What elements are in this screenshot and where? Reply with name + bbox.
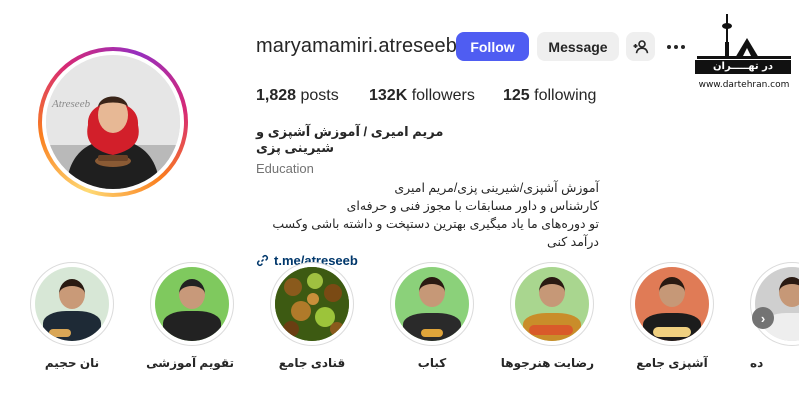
highlight-label: نان حجیم: [44, 356, 100, 370]
highlight-item[interactable]: کباب: [390, 262, 474, 370]
following-count: 125: [503, 87, 530, 104]
highlight-label: تقویم آموزشی: [146, 356, 234, 370]
following-label: following: [534, 87, 597, 104]
highlight-cover: [635, 267, 709, 341]
bio-text: آموزش آشپزی/شیرینی پزی/مریم امیری کارشنا…: [256, 179, 599, 251]
highlight-item[interactable]: نان حجیم: [30, 262, 114, 370]
profile-avatar[interactable]: Atreseeb: [38, 47, 188, 197]
bio-line: آموزش آشپزی/شیرینی پزی/مریم امیری: [394, 181, 599, 195]
milad-tower-icon: [697, 14, 791, 59]
profile-username[interactable]: maryamamiri.atreseeb: [256, 35, 457, 58]
highlight-item[interactable]: تقویم آموزشی: [146, 262, 234, 370]
bio-line: تو دوره‌های ما یاد میگیری بهترین دستپخت …: [272, 217, 599, 249]
follow-button[interactable]: Follow: [456, 32, 529, 61]
highlight-cover: [395, 267, 469, 341]
highlight-cover: [755, 267, 799, 341]
highlights-next-button[interactable]: ›: [752, 307, 774, 329]
pastry-image: [275, 267, 349, 341]
avatar-border: Atreseeb: [42, 51, 184, 193]
followers-count: 132K: [369, 87, 408, 104]
highlight-label: کباب: [417, 356, 447, 370]
story-highlights: نان حجیم تقویم آموزشی قنادی جامع کباب رض…: [0, 262, 799, 382]
avatar-brand-text: Atreseeb: [51, 98, 91, 110]
following-stat[interactable]: 125 following: [503, 87, 596, 105]
message-button[interactable]: Message: [537, 32, 619, 61]
posts-stat: 1,828 posts: [256, 87, 339, 105]
highlight-label: رضایت هنرجوها: [500, 356, 594, 370]
profile-bio: مریم امیری / آموزش آشپزی و شیرینی پزی Ed…: [256, 124, 626, 268]
suggested-users-button[interactable]: [626, 32, 655, 61]
highlight-cover: [275, 267, 349, 341]
watermark-band: در تهـــــران: [695, 60, 791, 74]
followers-stat[interactable]: 132K followers: [369, 87, 475, 105]
posts-count: 1,828: [256, 87, 297, 104]
chevron-right-icon: ›: [760, 310, 766, 326]
bio-category: Education: [256, 161, 314, 176]
highlight-cover: [155, 267, 229, 341]
avatar-photo: Atreseeb: [46, 55, 180, 189]
highlight-item[interactable]: آشپزی جامع: [630, 262, 714, 370]
followers-label: followers: [411, 87, 475, 104]
bio-line: کارشناس و داور مسابقات با مجوز فنی و حرف…: [346, 199, 599, 213]
highlight-cover: [515, 267, 589, 341]
bio-full-name: مریم امیری / آموزش آشپزی و شیرینی پزی: [256, 124, 444, 155]
highlight-item[interactable]: قنادی جامع: [270, 262, 354, 370]
add-user-icon: [633, 39, 648, 53]
site-watermark: در تهـــــران www.dartehran.com: [695, 12, 793, 92]
highlight-item[interactable]: رضایت هنرجوها: [500, 262, 594, 370]
highlight-label: قنادی جامع: [278, 356, 346, 370]
avatar-illustration: Atreseeb: [46, 55, 180, 189]
highlight-label: آشپزی جامع: [636, 356, 708, 370]
more-options-icon[interactable]: [664, 37, 688, 57]
watermark-url: www.dartehran.com: [698, 80, 790, 90]
posts-label: posts: [300, 87, 339, 104]
highlight-label: ده: [750, 356, 764, 370]
highlight-cover: [35, 267, 109, 341]
